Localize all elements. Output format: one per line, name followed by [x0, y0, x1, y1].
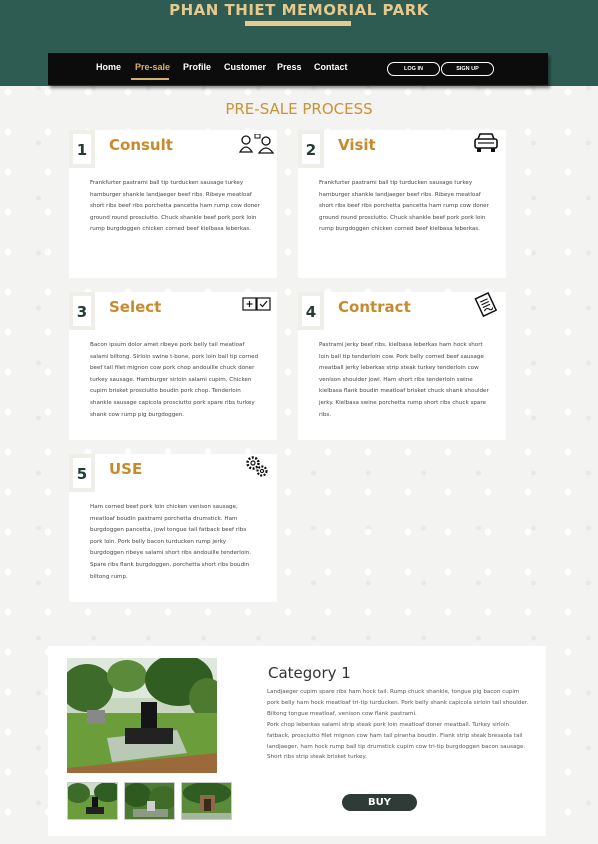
step-number: 2: [302, 134, 320, 164]
category-description-paragraph: Landjaeger cupim spare ribs ham hock tai…: [267, 689, 529, 717]
step-card-select: 3 Select Bacon ipsum dolor amet ribeye p…: [69, 292, 277, 440]
step-description: Ham corned beef pork loin chicken veniso…: [90, 504, 252, 580]
step-number: 4: [302, 296, 320, 326]
step-title: Contract: [338, 298, 411, 316]
step-description: Bacon ipsum dolor amet ribeye pork belly…: [90, 342, 259, 418]
step-title: Consult: [109, 136, 173, 154]
step-card-use: 5 USE Ham corned beef pork loin chicken …: [69, 454, 277, 602]
buy-button[interactable]: BUY: [342, 794, 417, 811]
section-title: PRE-SALE PROCESS: [225, 100, 373, 118]
step-number-box: 4: [298, 292, 324, 330]
step-number: 5: [73, 458, 91, 488]
step-title: Visit: [338, 136, 376, 154]
login-button[interactable]: LOG IN: [387, 62, 440, 76]
step-card-visit: 2 Visit Frankfurter pastrami ball tip tu…: [298, 130, 506, 278]
nav-active-indicator: [131, 78, 169, 80]
main-navbar: Home Pre-sale Profile Customer Press Con…: [48, 53, 548, 85]
step-number: 3: [73, 296, 91, 326]
category-description: Landjaeger cupim spare ribs ham hock tai…: [267, 687, 529, 763]
step-number-box: 1: [69, 130, 95, 168]
step-number-box: 3: [69, 292, 95, 330]
product-thumbnail[interactable]: [67, 782, 118, 820]
title-underline: [245, 21, 351, 26]
car-icon: [474, 133, 498, 152]
nav-contact[interactable]: Contact: [314, 62, 348, 72]
step-description: Pastrami jerky beef ribs, kielbasa leber…: [319, 342, 489, 418]
nav-home[interactable]: Home: [96, 62, 121, 72]
step-number-box: 2: [298, 130, 324, 168]
product-card: Category 1 Landjaeger cupim spare ribs h…: [48, 646, 546, 836]
signup-button[interactable]: SIGN UP: [441, 62, 494, 76]
select-boxes-icon: [242, 297, 271, 311]
step-number: 1: [73, 134, 91, 164]
step-card-contract: 4 Contract Pastrami jerky beef ribs, kie…: [298, 292, 506, 440]
step-number-box: 5: [69, 454, 95, 492]
nav-press[interactable]: Press: [277, 62, 302, 72]
step-card-consult: 1 Consult Frankfurter pastrami ball tip …: [69, 130, 277, 278]
gears-icon: [246, 456, 268, 477]
step-description: Frankfurter pastrami ball tip turducken …: [90, 180, 260, 233]
product-main-photo[interactable]: [67, 658, 217, 773]
product-thumbnail[interactable]: [124, 782, 175, 820]
contract-document-icon: [474, 292, 498, 318]
site-title: PHAN THIET MEMORIAL PARK: [169, 1, 429, 19]
consult-people-icon: [239, 134, 275, 154]
step-title: Select: [109, 298, 162, 316]
step-title: USE: [109, 460, 143, 478]
nav-profile[interactable]: Profile: [183, 62, 211, 72]
product-thumbnail[interactable]: [181, 782, 232, 820]
category-title: Category 1: [268, 664, 351, 682]
step-description: Frankfurter pastrami ball tip turducken …: [319, 180, 489, 233]
nav-customer[interactable]: Customer: [224, 62, 266, 72]
category-description-paragraph: Pork chop leberkas salami strip steak po…: [267, 721, 526, 761]
nav-pre-sale[interactable]: Pre-sale: [135, 62, 170, 72]
